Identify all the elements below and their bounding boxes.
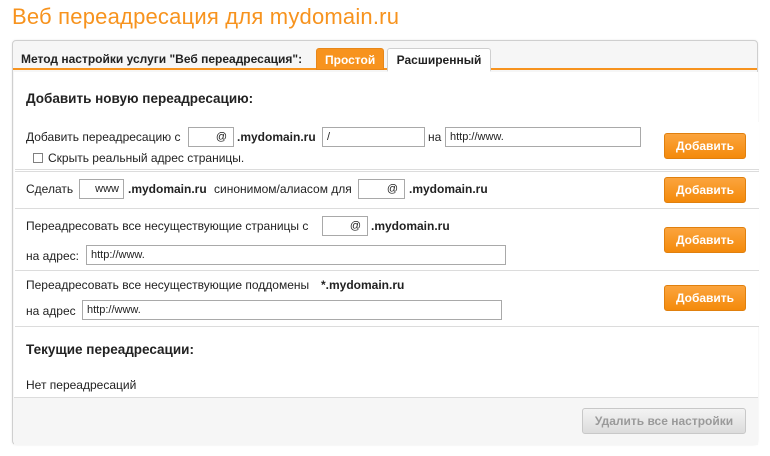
method-label: Метод настройки услуги "Веб переадресаци…: [21, 52, 303, 66]
row1-to-label: на: [428, 130, 442, 144]
row1-subdomain-input[interactable]: [188, 127, 234, 147]
page-title: Веб переадресация для mydomain.ru: [12, 4, 400, 29]
row1-domain-label: .mydomain.ru: [237, 130, 316, 144]
row3-domain-label: .mydomain.ru: [371, 219, 450, 233]
row1-add-button[interactable]: Добавить: [664, 133, 746, 159]
row1-path-input[interactable]: [322, 127, 425, 147]
row4-prefix: Переадресовать все несуществующие поддом…: [26, 278, 310, 292]
missing-pages-row: Переадресовать все несуществующие страни…: [15, 209, 759, 271]
row3-to-label: на адрес:: [26, 249, 79, 263]
row2-target-input[interactable]: [358, 179, 405, 199]
row1-url-input[interactable]: [445, 127, 641, 147]
row3-add-button[interactable]: Добавить: [664, 227, 746, 253]
add-redirect-row: Добавить переадресацию с .mydomain.ru на…: [15, 122, 759, 170]
row2-domain-label: .mydomain.ru: [128, 182, 207, 196]
missing-subdomains-row: Переадресовать все несуществующие поддом…: [15, 271, 759, 327]
row3-subdomain-input[interactable]: [322, 216, 368, 236]
row2-prefix: Сделать: [26, 182, 74, 196]
method-tabbar: Метод настройки услуги "Веб переадресаци…: [13, 41, 757, 72]
content-area: Добавить новую переадресацию: Добавить п…: [14, 72, 759, 397]
row2-domain2-label: .mydomain.ru: [409, 182, 488, 196]
alias-row: Сделать .mydomain.ru синонимом/алиасом д…: [15, 171, 759, 209]
row4-url-input[interactable]: [82, 300, 502, 320]
hide-address-label: Скрыть реальный адрес страницы.: [48, 151, 245, 165]
row4-add-button[interactable]: Добавить: [664, 285, 746, 311]
row3-url-input[interactable]: [86, 245, 506, 265]
current-redirects-heading: Текущие переадресации:: [26, 342, 194, 357]
row1-prefix: Добавить переадресацию с: [26, 130, 181, 144]
redirect-panel: Метод настройки услуги "Веб переадресаци…: [12, 40, 759, 445]
row3-prefix: Переадресовать все несуществующие страни…: [26, 219, 309, 233]
delete-all-button[interactable]: Удалить все настройки: [582, 408, 746, 434]
row2-add-button[interactable]: Добавить: [664, 177, 746, 203]
tab-simple[interactable]: Простой: [316, 48, 384, 70]
footer-bar: Удалить все настройки: [14, 397, 758, 445]
no-redirects-text: Нет переадресаций: [26, 378, 137, 392]
row4-domain-label: *.mydomain.ru: [321, 278, 405, 292]
row2-subdomain-input[interactable]: [79, 179, 124, 199]
row4-to-label: на адрес: [26, 304, 76, 318]
hide-address-checkbox[interactable]: [33, 153, 43, 163]
add-redirect-heading: Добавить новую переадресацию:: [26, 91, 254, 106]
row2-middle-label: синонимом/алиасом для: [214, 182, 352, 196]
tab-advanced[interactable]: Расширенный: [387, 48, 491, 72]
